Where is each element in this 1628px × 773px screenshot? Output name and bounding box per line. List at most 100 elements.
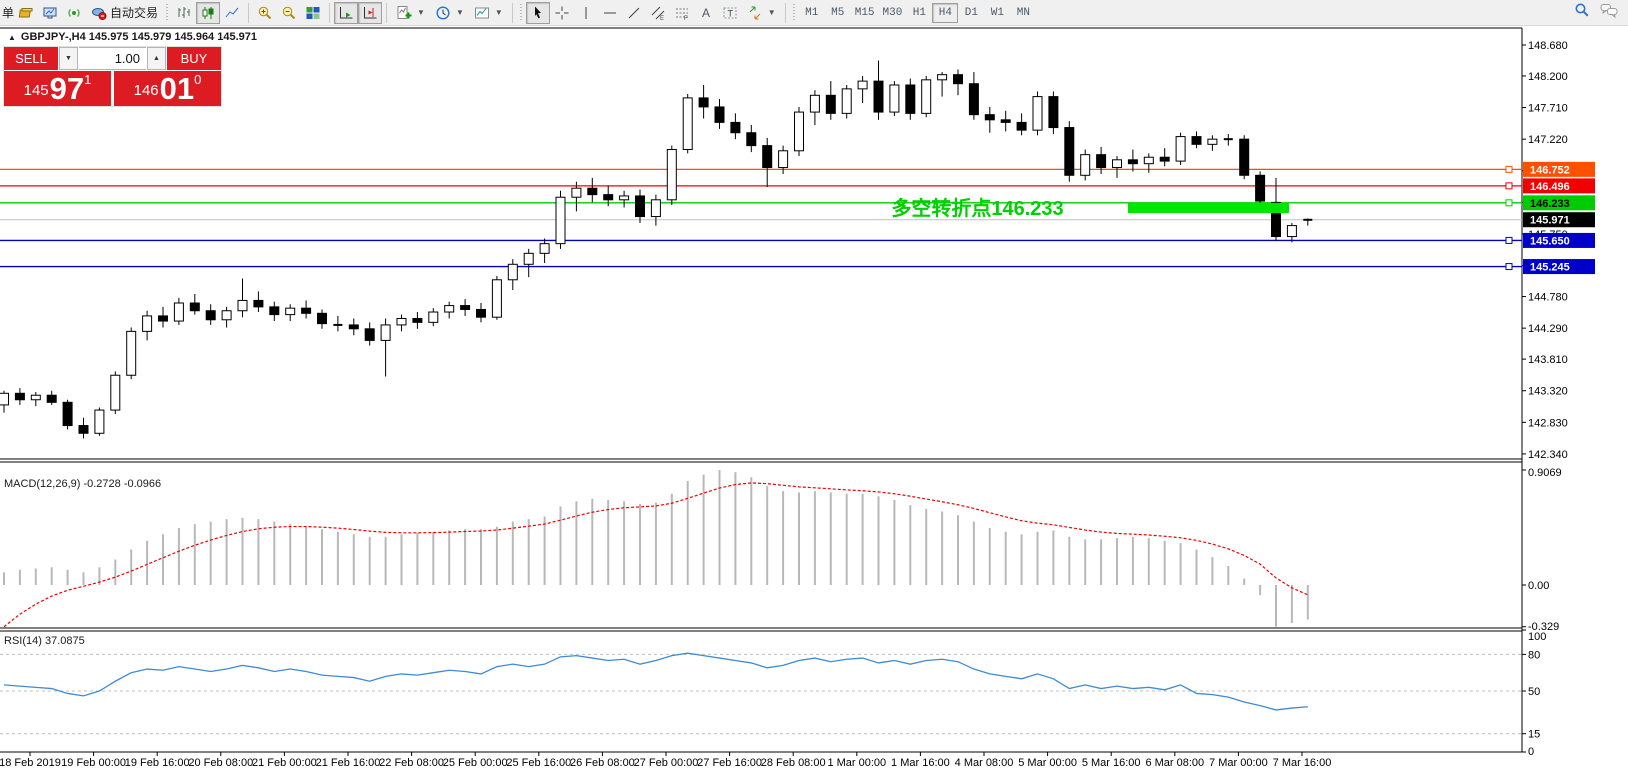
timeframe-m15[interactable]: M15 <box>851 3 879 23</box>
svg-text:15: 15 <box>1528 729 1540 741</box>
dropdown-caret: ▼ <box>768 8 776 17</box>
buy-price-small: 146 <box>134 78 159 104</box>
templates-menu-button[interactable]: ▼ <box>469 2 508 24</box>
svg-text:25 Feb 16:00: 25 Feb 16:00 <box>506 757 571 769</box>
toolbar-separator <box>785 3 786 23</box>
price-line-labels[interactable]: 146.752146.496146.233145.971145.650145.2… <box>1523 162 1595 274</box>
fibonacci-tool-icon[interactable]: F <box>670 2 694 24</box>
rsi-axis[interactable]: 1008050150 <box>1522 630 1546 758</box>
line-chart-icon[interactable] <box>220 2 244 24</box>
vertical-line-tool-icon[interactable] <box>574 2 598 24</box>
collapse-triangle-icon[interactable]: ▲ <box>8 33 16 42</box>
zoom-in-icon[interactable] <box>253 2 277 24</box>
horizontal-line-tool-icon[interactable] <box>598 2 622 24</box>
toolbar-separator <box>248 3 249 23</box>
svg-text:4 Mar 08:00: 4 Mar 08:00 <box>955 757 1014 769</box>
svg-text:27 Feb 00:00: 27 Feb 00:00 <box>634 757 699 769</box>
text-label-tool-icon[interactable]: T <box>718 2 742 24</box>
svg-text:144.290: 144.290 <box>1528 323 1568 335</box>
timeframe-d1[interactable]: D1 <box>958 3 984 23</box>
svg-text:18 Feb 2019: 18 Feb 2019 <box>0 757 61 769</box>
timeframe-m1[interactable]: M1 <box>799 3 825 23</box>
strategy-tester-icon[interactable] <box>38 2 62 24</box>
autotrading-button[interactable]: 自动交易 <box>86 2 163 24</box>
chart-canvas[interactable]: 148.680148.200147.710147.220146.730146.2… <box>0 26 1628 773</box>
svg-text:1 Mar 00:00: 1 Mar 00:00 <box>827 757 886 769</box>
one-click-trading-panel: SELL ▼ 1.00 ▲ BUY 145971 146010 <box>3 46 222 107</box>
macd-axis[interactable]: 0.90690.00-0.329 <box>1522 467 1562 633</box>
svg-text:19 Feb 00:00: 19 Feb 00:00 <box>61 757 126 769</box>
timeframe-m30[interactable]: M30 <box>879 3 907 23</box>
timeframe-h4[interactable]: H4 <box>932 3 958 23</box>
svg-text:143.320: 143.320 <box>1528 386 1568 398</box>
indicators-menu-button[interactable]: ▼ <box>391 2 430 24</box>
tile-windows-icon[interactable] <box>301 2 325 24</box>
svg-text:146.233: 146.233 <box>1530 198 1570 210</box>
chart-window[interactable]: 148.680148.200147.710147.220146.730146.2… <box>0 26 1628 773</box>
sell-price-display[interactable]: 145971 <box>4 71 111 106</box>
buy-price-display[interactable]: 146010 <box>114 71 221 106</box>
dropdown-caret: ▼ <box>417 8 425 17</box>
svg-text:25 Feb 00:00: 25 Feb 00:00 <box>443 757 508 769</box>
bar-chart-icon[interactable] <box>172 2 196 24</box>
macd-label: MACD(12,26,9) -0.2728 -0.0966 <box>4 478 161 490</box>
svg-text:147.220: 147.220 <box>1528 134 1568 146</box>
signals-icon[interactable] <box>62 2 86 24</box>
svg-text:145.650: 145.650 <box>1530 235 1570 247</box>
toolbar-separator <box>512 3 513 23</box>
timeframe-group: M1M5M15M30H1H4D1W1MN <box>799 3 1037 23</box>
svg-text:142.340: 142.340 <box>1528 449 1568 461</box>
rsi-label: RSI(14) 37.0875 <box>4 635 85 647</box>
svg-text:19 Feb 16:00: 19 Feb 16:00 <box>125 757 190 769</box>
trendline-tool-icon[interactable] <box>622 2 646 24</box>
periods-menu-button[interactable]: ▼ <box>430 2 469 24</box>
zoom-out-icon[interactable] <box>277 2 301 24</box>
volume-input[interactable]: 1.00 <box>79 47 146 70</box>
svg-text:27 Feb 16:00: 27 Feb 16:00 <box>697 757 762 769</box>
search-icon[interactable] <box>1574 2 1590 23</box>
timeframe-h1[interactable]: H1 <box>906 3 932 23</box>
svg-text:146.496: 146.496 <box>1530 181 1570 193</box>
timeframe-mn[interactable]: MN <box>1010 3 1036 23</box>
arrows-tool-button[interactable]: ▼ <box>742 2 781 24</box>
dropdown-caret: ▼ <box>495 8 503 17</box>
price-axis[interactable]: 148.680148.200147.710147.220146.730146.2… <box>1522 40 1568 461</box>
sell-button[interactable]: SELL <box>4 47 58 70</box>
svg-text:145.971: 145.971 <box>1530 215 1570 227</box>
svg-text:T: T <box>727 8 733 18</box>
volume-increase-button[interactable]: ▲ <box>147 47 166 70</box>
cursor-tool-icon[interactable] <box>526 2 550 24</box>
market-depth-icon[interactable] <box>14 2 38 24</box>
svg-text:148.680: 148.680 <box>1528 40 1568 52</box>
volume-decrease-button[interactable]: ▼ <box>59 47 78 70</box>
crosshair-tool-icon[interactable] <box>550 2 574 24</box>
svg-text:26 Feb 08:00: 26 Feb 08:00 <box>570 757 635 769</box>
svg-text:1 Mar 16:00: 1 Mar 16:00 <box>891 757 950 769</box>
new-order-button[interactable]: 单 <box>2 4 14 21</box>
timeframe-w1[interactable]: W1 <box>984 3 1010 23</box>
svg-text:50: 50 <box>1528 686 1540 698</box>
svg-text:5 Mar 16:00: 5 Mar 16:00 <box>1082 757 1141 769</box>
svg-text:146.752: 146.752 <box>1530 164 1570 176</box>
svg-text:A: A <box>702 6 710 20</box>
highlight-rectangle[interactable] <box>1128 203 1289 213</box>
macd-layer <box>4 470 1308 627</box>
svg-text:0.9069: 0.9069 <box>1528 467 1562 479</box>
price-lines[interactable] <box>0 166 1522 269</box>
svg-text:6 Mar 08:00: 6 Mar 08:00 <box>1145 757 1204 769</box>
buy-button[interactable]: BUY <box>167 47 221 70</box>
chart-shift-icon[interactable] <box>358 2 382 24</box>
dropdown-caret: ▼ <box>456 8 464 17</box>
svg-text:F: F <box>684 16 688 21</box>
sell-price-sup: 1 <box>84 73 91 86</box>
auto-scroll-icon[interactable] <box>334 2 358 24</box>
timeframe-m5[interactable]: M5 <box>825 3 851 23</box>
svg-text:148.200: 148.200 <box>1528 71 1568 83</box>
chat-icon[interactable] <box>1600 2 1618 23</box>
text-tool-icon[interactable]: A <box>694 2 718 24</box>
candlestick-chart-icon[interactable] <box>196 2 220 24</box>
time-axis[interactable]: 18 Feb 201919 Feb 00:0019 Feb 16:0020 Fe… <box>0 752 1331 769</box>
channel-tool-icon[interactable]: E <box>646 2 670 24</box>
toolbar-grip <box>792 4 797 22</box>
svg-text:E: E <box>660 16 664 21</box>
